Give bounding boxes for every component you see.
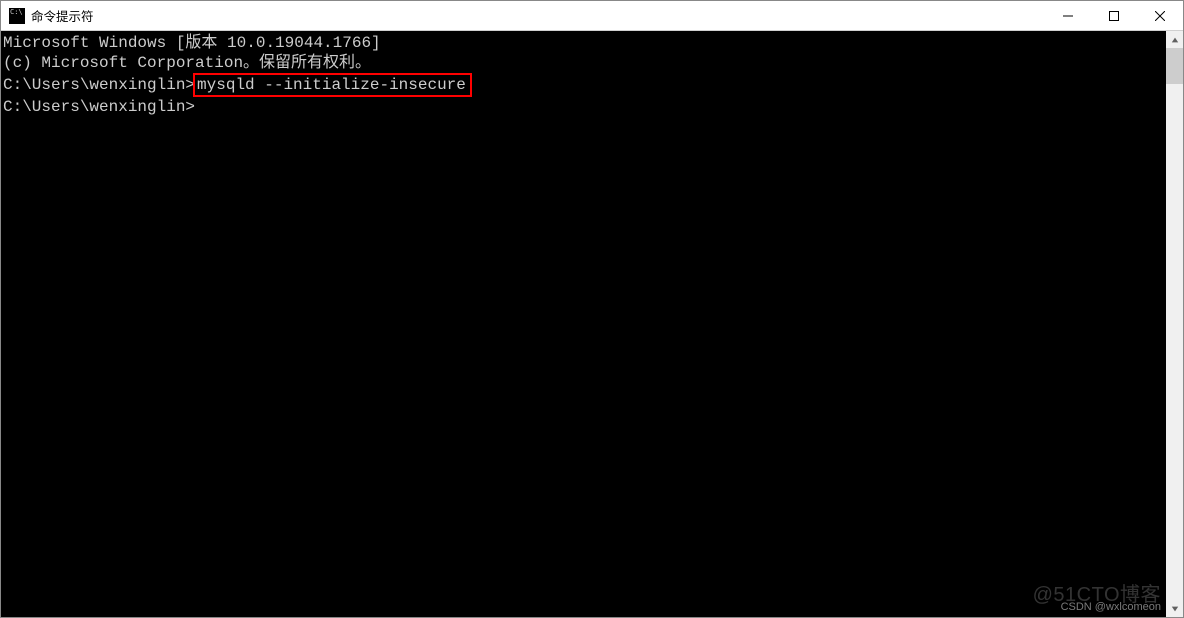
prompt-text: C:\Users\wenxinglin>: [3, 76, 195, 94]
cmd-icon: [9, 8, 25, 24]
window-controls: [1045, 1, 1183, 30]
terminal-line: (c) Microsoft Corporation。保留所有权利。: [3, 53, 1166, 73]
titlebar[interactable]: 命令提示符: [1, 1, 1183, 31]
maximize-button[interactable]: [1091, 1, 1137, 30]
minimize-button[interactable]: [1045, 1, 1091, 30]
terminal-output[interactable]: Microsoft Windows [版本 10.0.19044.1766](c…: [1, 31, 1166, 617]
scroll-up-button[interactable]: [1166, 31, 1183, 48]
scroll-thumb[interactable]: [1166, 48, 1183, 84]
window-title: 命令提示符: [31, 6, 94, 25]
close-button[interactable]: [1137, 1, 1183, 30]
cmd-window: 命令提示符 Microsoft Windows [版本 10.0.19044.1…: [0, 0, 1184, 618]
vertical-scrollbar[interactable]: [1166, 31, 1183, 617]
terminal-wrapper: Microsoft Windows [版本 10.0.19044.1766](c…: [1, 31, 1183, 617]
highlighted-command: mysqld --initialize-insecure: [193, 73, 472, 97]
terminal-line: C:\Users\wenxinglin>: [3, 97, 1166, 117]
terminal-line: C:\Users\wenxinglin>mysqld --initialize-…: [3, 73, 1166, 97]
terminal-line: Microsoft Windows [版本 10.0.19044.1766]: [3, 33, 1166, 53]
scroll-down-button[interactable]: [1166, 600, 1183, 617]
scroll-track[interactable]: [1166, 48, 1183, 600]
